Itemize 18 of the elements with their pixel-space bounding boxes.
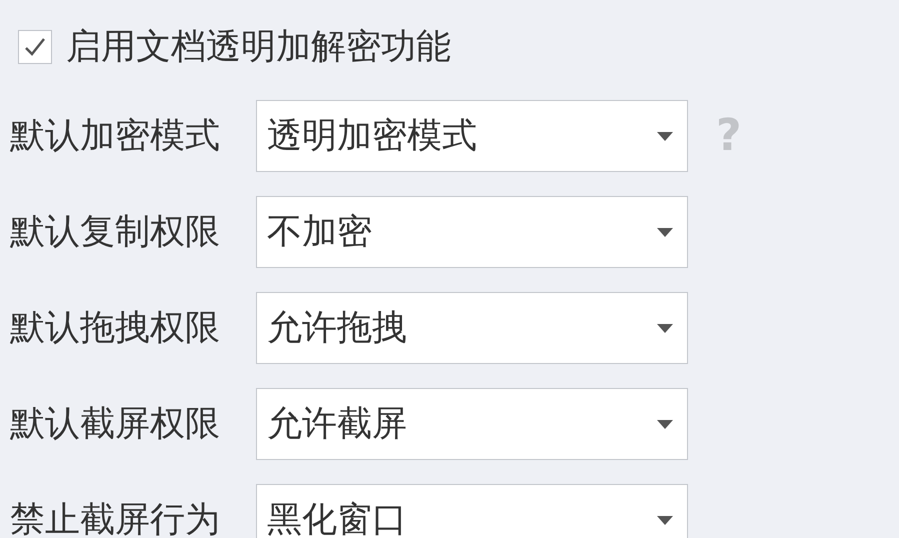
caret-icon [657,324,673,332]
check-icon [24,37,46,57]
field-label: 默认加密模式 [10,115,221,157]
dropdown-field[interactable]: 不加密 [256,196,688,268]
dropdown-field[interactable]: 黑化窗口 [256,484,688,538]
caret-icon [657,132,673,140]
checkbox[interactable] [18,30,52,64]
dropdown-field[interactable]: 允许截屏 [256,388,688,460]
field-label: 默认截屏权限 [10,403,221,445]
dropdown-field[interactable]: 透明加密模式 [256,100,688,172]
dropdown-field[interactable]: 允许拖拽 [256,292,688,364]
field-label: 默认拖拽权限 [10,307,221,349]
field-label: 默认复制权限 [10,211,221,253]
field-label: 禁止截屏行为 [10,499,221,538]
caret-icon [657,420,673,428]
checkbox-label[interactable]: 启用文档透明加解密功能 [66,26,451,68]
caret-icon [657,228,673,236]
caret-icon [657,516,673,524]
